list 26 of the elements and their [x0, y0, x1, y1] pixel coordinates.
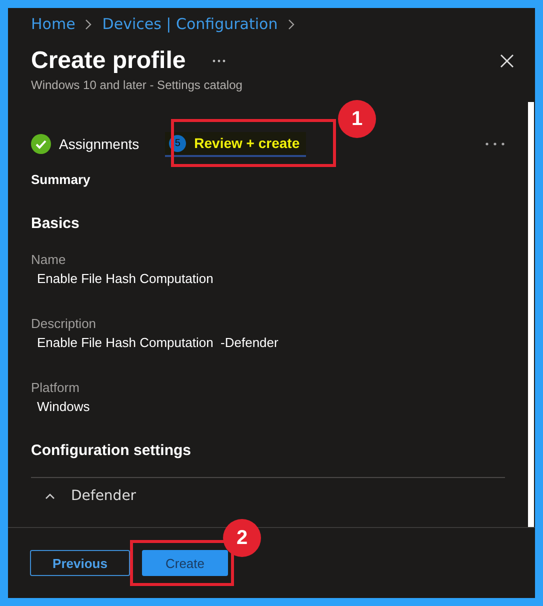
chevron-right-icon [288, 18, 295, 30]
more-icon[interactable] [212, 59, 226, 63]
check-icon [31, 134, 51, 154]
section-heading: Configuration settings [31, 442, 192, 459]
page-title: Create profile [31, 47, 186, 75]
more-icon[interactable] [485, 142, 505, 146]
section-heading: Basics [31, 215, 80, 232]
field-label: Name [31, 252, 67, 267]
wizard-tab[interactable]: 5 Review + create [165, 132, 306, 156]
field-label: Description [31, 316, 98, 331]
group-header[interactable]: Defender [31, 488, 505, 504]
field-value: Windows [36, 399, 91, 414]
callout-badge: 1 [338, 100, 376, 138]
page-subtitle: Windows 10 and later - Settings catalog [31, 78, 244, 92]
section-heading: Summary [31, 172, 92, 187]
field-value: Enable File Hash Computation -Defender [36, 335, 280, 350]
previous-button[interactable]: Previous [30, 550, 130, 576]
breadcrumb-link[interactable]: Devices | Configuration [102, 15, 278, 33]
callout-badge: 2 [223, 519, 261, 557]
chevron-right-icon [85, 18, 92, 30]
close-icon[interactable] [500, 54, 514, 68]
field-label: Platform [31, 380, 80, 395]
field-value: Enable File Hash Computation [36, 271, 214, 286]
create-button[interactable]: Create [142, 550, 228, 576]
wizard-tab[interactable]: Assignments [31, 131, 146, 157]
breadcrumb-link[interactable]: Home [31, 15, 76, 33]
